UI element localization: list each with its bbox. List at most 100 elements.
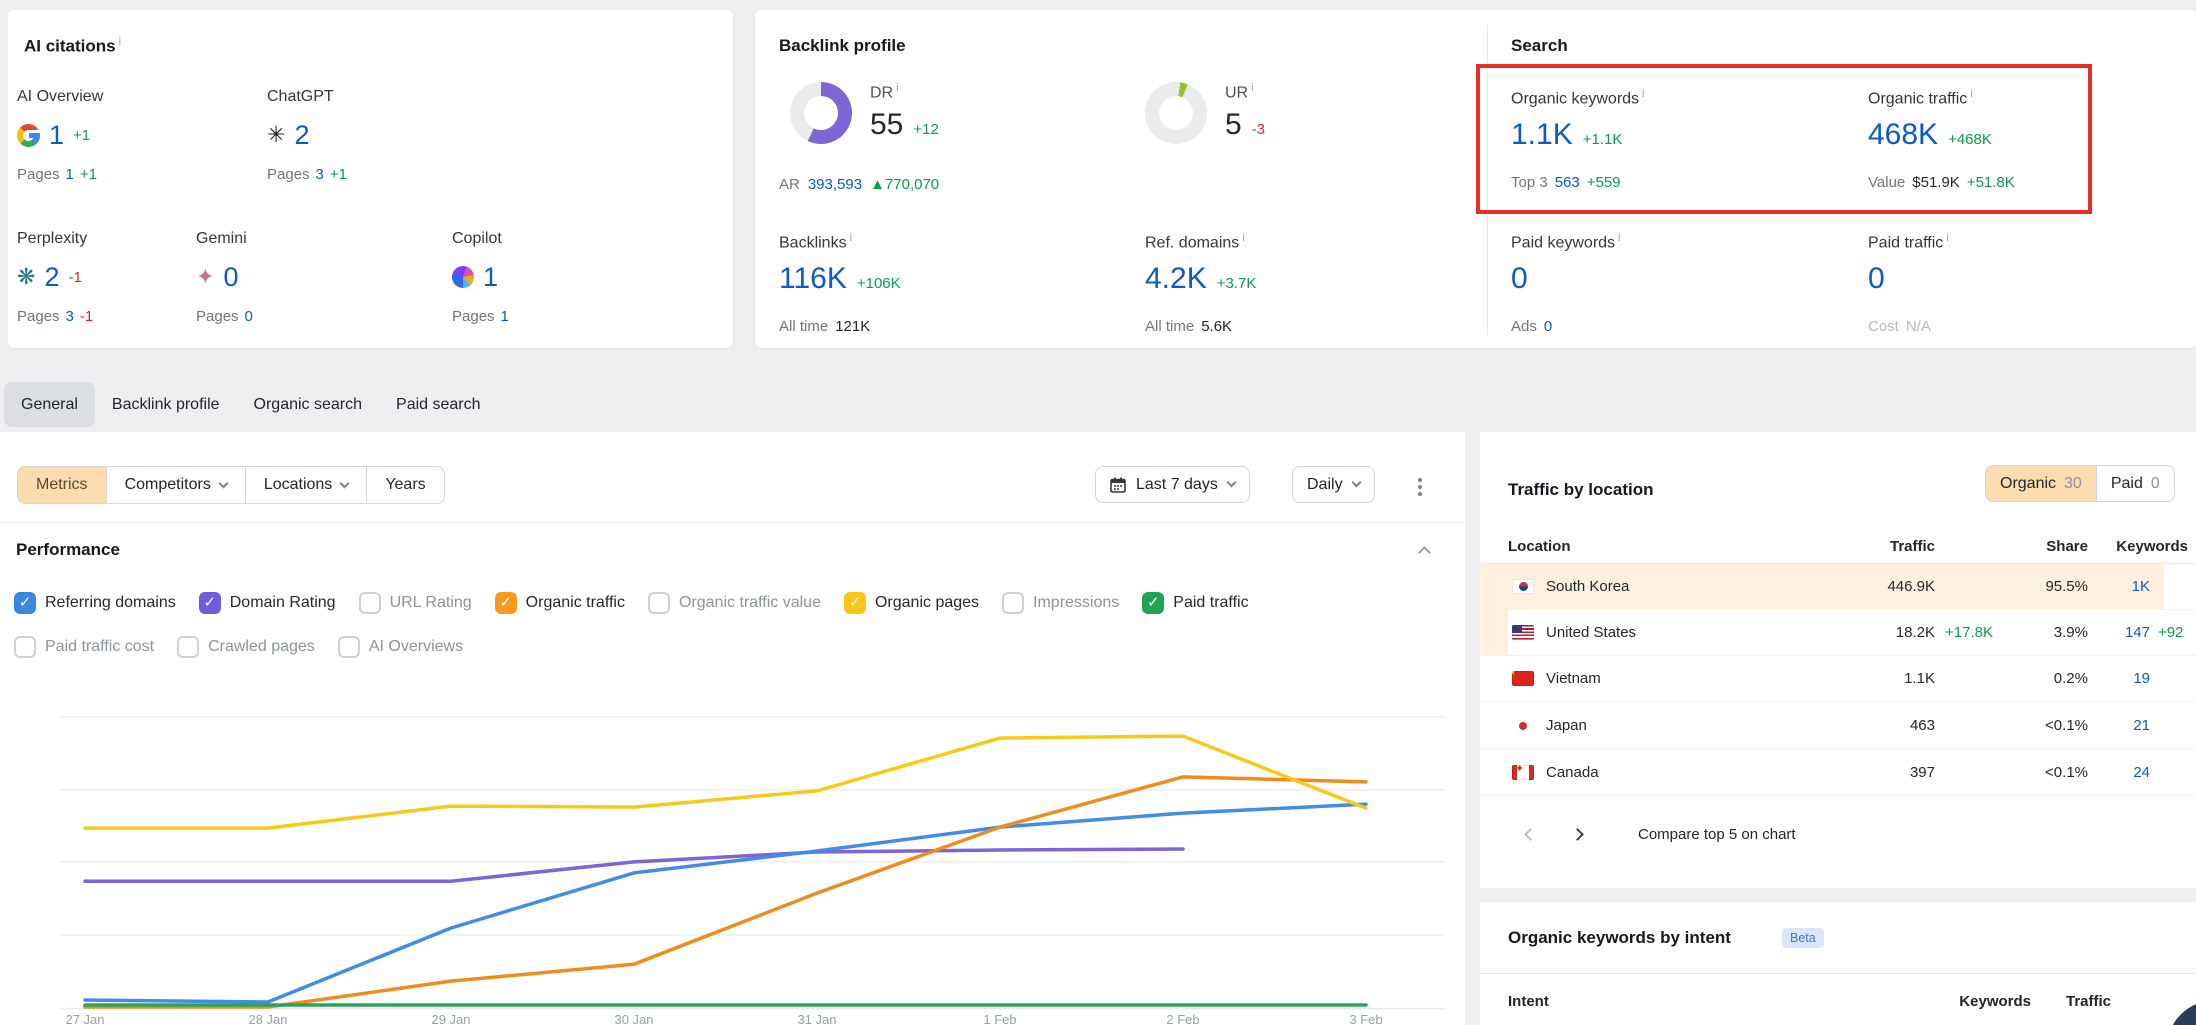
keywords-link[interactable]: 24 — [2133, 764, 2150, 781]
organic-keywords-value[interactable]: 1.1K — [1511, 118, 1573, 152]
tab-backlink-profile[interactable]: Backlink profile — [95, 382, 237, 427]
beta-badge: Beta — [1782, 928, 1824, 948]
keywords-link[interactable]: 1K — [2132, 578, 2150, 595]
value-amount: $51.9K — [1912, 174, 1960, 191]
filter-locations[interactable]: Locations — [245, 467, 367, 503]
flag-canada-icon — [1512, 765, 1534, 780]
filter-competitors[interactable]: Competitors — [106, 467, 245, 503]
date-range-picker[interactable]: Last 7 days — [1095, 466, 1250, 503]
pagination-next-button[interactable] — [1565, 822, 1591, 848]
pages-count[interactable]: 1 — [66, 166, 74, 183]
dr-donut-chart — [790, 82, 852, 144]
pages-count[interactable]: 1 — [501, 308, 509, 325]
column-header-intent: Intent — [1508, 993, 1549, 1010]
x-axis-label: 27 Jan — [55, 1012, 115, 1025]
metric-url-rating[interactable]: URL Rating — [359, 592, 472, 614]
citations-count[interactable]: 2 — [44, 262, 59, 293]
ur-delta: -3 — [1252, 121, 1265, 138]
table-row-japan[interactable]: Japan 463 <0.1% 21 — [1480, 703, 2196, 749]
filter-metrics[interactable]: Metrics — [18, 467, 106, 503]
cost-value: N/A — [1906, 318, 1931, 335]
ai-source-label: ChatGPT — [267, 88, 347, 108]
metric-domain-rating[interactable]: Domain Rating — [199, 592, 336, 614]
organic-traffic-value[interactable]: 468K — [1868, 118, 1938, 152]
ads-value[interactable]: 0 — [1544, 318, 1552, 335]
checkbox-icon[interactable] — [199, 592, 221, 614]
perplexity-icon: ❋ — [17, 266, 35, 288]
paid-keywords-value[interactable]: 0 — [1511, 262, 1528, 296]
metric-label: Domain Rating — [230, 594, 336, 612]
tab-organic-search[interactable]: Organic search — [237, 382, 380, 427]
ref-domains-delta: +3.7K — [1217, 275, 1257, 292]
divider — [1480, 973, 2196, 974]
date-range-value: Last 7 days — [1136, 476, 1218, 494]
ar-label: AR — [779, 176, 800, 193]
metric-organic-traffic-value[interactable]: Organic traffic value — [648, 592, 821, 614]
cost-label: Cost — [1868, 318, 1899, 335]
backlinks-value[interactable]: 116K — [779, 262, 847, 296]
performance-line-chart[interactable] — [0, 640, 1465, 1025]
table-row-south-korea[interactable]: South Korea 446.9K 95.5% 1K — [1480, 564, 2196, 610]
pages-count[interactable]: 3 — [66, 308, 74, 325]
checkbox-icon[interactable] — [14, 592, 36, 614]
pages-count[interactable]: 3 — [316, 166, 324, 183]
checkbox-icon[interactable] — [1002, 592, 1024, 614]
table-row-canada[interactable]: Canada 397 <0.1% 24 — [1480, 750, 2196, 796]
citations-count[interactable]: 1 — [49, 120, 64, 151]
top3-value[interactable]: 563 — [1555, 174, 1580, 191]
alltime-value: 5.6K — [1201, 318, 1232, 335]
traffic-value: 446.9K — [1887, 578, 1935, 595]
backlink-search-card: Backlink profile DRi 55 +12 AR 393,593 ▲… — [755, 10, 2196, 348]
pages-count[interactable]: 0 — [245, 308, 253, 325]
checkbox-icon[interactable] — [359, 592, 381, 614]
location-name: South Korea — [1546, 578, 1629, 595]
checkbox-icon[interactable] — [495, 592, 517, 614]
citations-count[interactable]: 2 — [294, 120, 309, 151]
keywords-link[interactable]: 19 — [2133, 670, 2150, 687]
metric-referring-domains[interactable]: Referring domains — [14, 592, 176, 614]
paid-traffic-value[interactable]: 0 — [1868, 262, 1885, 296]
metric-label: URL Rating — [390, 594, 472, 612]
more-options-button[interactable] — [1412, 472, 1428, 502]
paid-traffic-stat: Paid traffici 0 Cost N/A — [1868, 232, 1949, 335]
filter-years[interactable]: Years — [366, 467, 443, 503]
metric-organic-pages[interactable]: Organic pages — [844, 592, 979, 614]
tab-general[interactable]: General — [4, 382, 95, 427]
toggle-organic[interactable]: Organic30 — [1986, 466, 2096, 501]
info-icon: i — [1946, 232, 1948, 244]
pagination-prev-button[interactable] — [1518, 822, 1544, 848]
ref-domains-value[interactable]: 4.2K — [1145, 262, 1207, 296]
table-row-vietnam[interactable]: Vietnam 1.1K 0.2% 19 — [1480, 656, 2196, 702]
chevron-up-icon — [1418, 546, 1431, 559]
metric-impressions[interactable]: Impressions — [1002, 592, 1119, 614]
ai-citation-copilot: Copilot 1 Pages 1 — [452, 230, 509, 325]
info-icon: i — [1970, 88, 1972, 100]
table-row-united-states[interactable]: United States 18.2K +17.8K 3.9% 147 +92 — [1480, 610, 2196, 656]
citations-count[interactable]: 1 — [483, 262, 498, 293]
ur-value: 5 — [1225, 108, 1242, 142]
divider — [0, 522, 1465, 523]
tab-paid-search[interactable]: Paid search — [379, 382, 498, 427]
keywords-link[interactable]: 147 — [2125, 624, 2150, 641]
info-icon: i — [1251, 82, 1253, 94]
checkbox-icon[interactable] — [648, 592, 670, 614]
metric-organic-traffic[interactable]: Organic traffic — [495, 592, 625, 614]
granularity-picker[interactable]: Daily — [1292, 466, 1375, 503]
share-value: 95.5% — [2045, 578, 2088, 595]
ai-source-label: Copilot — [452, 230, 509, 250]
ar-value[interactable]: 393,593 — [808, 176, 862, 193]
checkbox-icon[interactable] — [844, 592, 866, 614]
metric-paid-traffic[interactable]: Paid traffic — [1142, 592, 1248, 614]
info-icon: i — [896, 82, 898, 94]
column-header-traffic: Traffic — [2066, 993, 2111, 1010]
compare-top5-link[interactable]: Compare top 5 on chart — [1638, 826, 1796, 843]
ai-citation-perplexity: Perplexity ❋ 2 -1 Pages 3 -1 — [17, 230, 93, 325]
column-header-traffic: Traffic — [1890, 538, 1935, 555]
keywords-link[interactable]: 21 — [2133, 717, 2150, 734]
checkbox-icon[interactable] — [1142, 592, 1164, 614]
citations-count[interactable]: 0 — [223, 262, 238, 293]
toggle-paid[interactable]: Paid0 — [2096, 466, 2174, 501]
collapse-section-button[interactable] — [1420, 544, 1429, 562]
chevron-right-icon — [1571, 828, 1584, 841]
keywords-delta: +92 — [2158, 624, 2183, 641]
